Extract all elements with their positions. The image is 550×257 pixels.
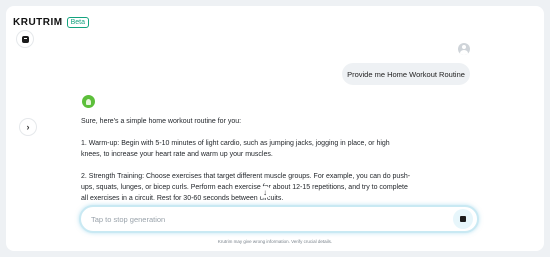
krutrim-leaf-icon — [82, 95, 95, 108]
message-input[interactable] — [91, 214, 453, 224]
user-message: Provide me Home Workout Routine — [342, 63, 470, 85]
stop-generation-button[interactable] — [453, 209, 473, 229]
arrow-down-icon[interactable]: ↓ — [259, 186, 271, 198]
brand[interactable]: KRUTRIM Beta — [13, 17, 90, 28]
assistant-paragraph: Sure, here's a simple home workout routi… — [81, 118, 242, 125]
composer — [79, 205, 479, 233]
chat-bubble-icon[interactable] — [17, 31, 33, 47]
chevron-right-icon[interactable]: › — [20, 119, 36, 135]
brand-logo[interactable]: KRUTRIM — [13, 17, 63, 28]
beta-badge: Beta — [66, 17, 90, 28]
disclaimer: Krutrim may give wrong information. Veri… — [217, 239, 333, 244]
assistant-paragraph: 2. Strength Training: Choose exercises t… — [81, 173, 411, 200]
assistant-message: Sure, here's a simple home workout routi… — [81, 116, 411, 200]
assistant-paragraph: 1. Warm-up: Begin with 5-10 minutes of l… — [81, 140, 390, 158]
stop-square-icon — [460, 216, 466, 222]
user-avatar-icon — [458, 43, 470, 55]
